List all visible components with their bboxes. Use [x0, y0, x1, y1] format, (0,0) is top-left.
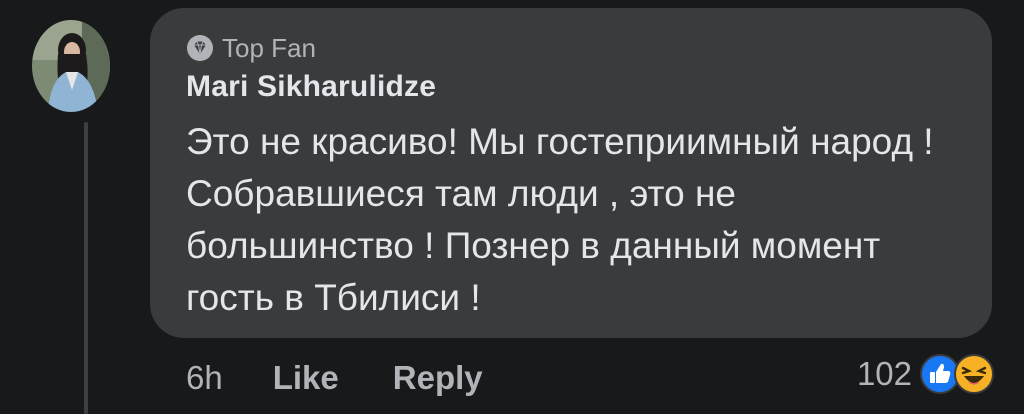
reactions-summary[interactable]: 102: [857, 348, 994, 400]
thread-line: [84, 122, 88, 414]
avatar[interactable]: [32, 20, 110, 112]
like-button[interactable]: Like: [273, 359, 339, 397]
badge-label: Top Fan: [222, 32, 316, 63]
reaction-count: 102: [856, 355, 912, 392]
reply-button[interactable]: Reply: [393, 359, 483, 397]
comment-view: Top Fan Mari Sikharulidze Это не красиво…: [0, 0, 1024, 414]
comment-text: Это не красиво! Мы гостеприимный народ !…: [186, 121, 934, 318]
comment-bubble: Top Fan Mari Sikharulidze Это не красиво…: [150, 8, 992, 338]
top-fan-badge[interactable]: Top Fan: [186, 32, 316, 64]
comment-actions: 6h Like Reply: [186, 352, 483, 404]
comment-timestamp[interactable]: 6h: [186, 359, 223, 397]
haha-icon: [954, 354, 994, 394]
author-name[interactable]: Mari Sikharulidze: [186, 70, 436, 104]
diamond-icon: [186, 34, 214, 62]
